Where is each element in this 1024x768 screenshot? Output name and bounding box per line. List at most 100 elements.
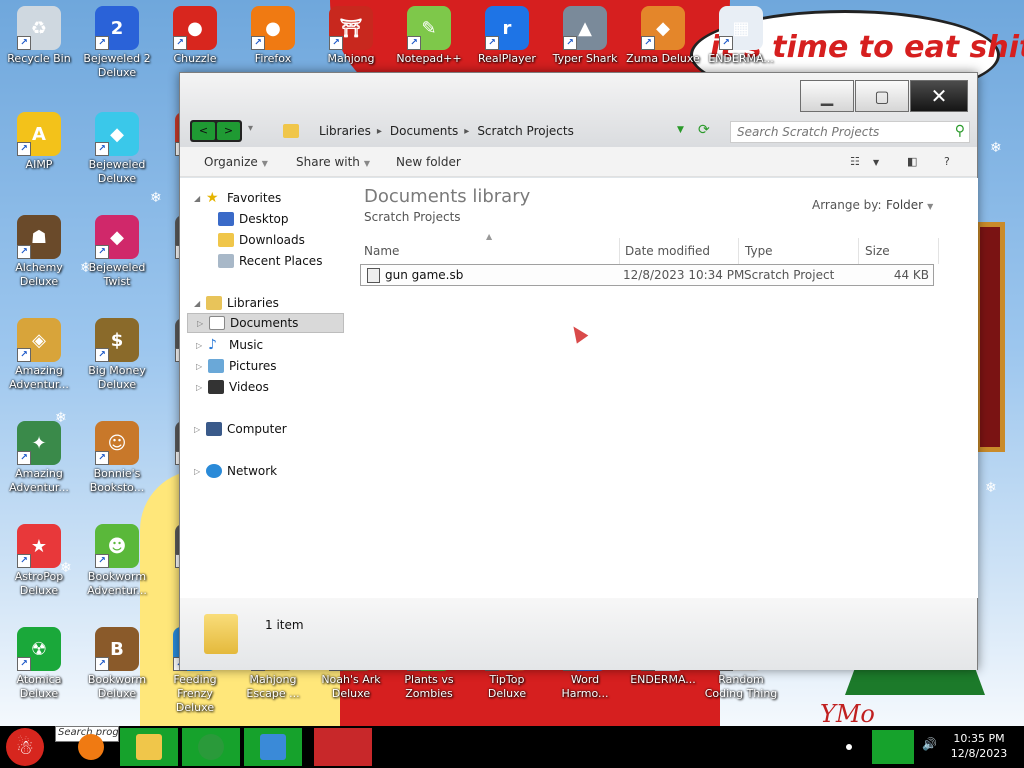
nav-favorites[interactable]: ◢ ★ Favorites (194, 188, 281, 208)
breadcrumb-scratch-projects[interactable]: Scratch Projects (477, 124, 574, 138)
arrange-by-dropdown[interactable]: Folder ▼ (886, 198, 933, 212)
chevron-right-icon[interactable]: ▸ (377, 126, 382, 137)
nav-recent-places[interactable]: Recent Places (206, 251, 322, 271)
desktop-shortcut[interactable]: $ ↗ Big Money Deluxe (80, 318, 154, 392)
clock[interactable]: 10:35 PM 12/8/2023 (944, 731, 1014, 761)
search-icon[interactable]: ⚲ (955, 123, 965, 139)
organize-button[interactable]: Organize ▼ (204, 155, 268, 169)
chevron-right-icon[interactable]: ▸ (464, 126, 469, 137)
desktop-shortcut[interactable]: ★ ↗ AstroPop Deluxe (2, 524, 76, 598)
view-dropdown-icon[interactable]: ▼ (873, 158, 879, 167)
column-header-type[interactable]: Type (739, 238, 859, 264)
breadcrumb-libraries[interactable]: Libraries (319, 124, 371, 138)
view-options-icon[interactable]: ☷ (850, 155, 860, 168)
desktop-shortcut-label: Amazing Adventur... (9, 364, 69, 391)
nav-downloads[interactable]: Downloads (206, 230, 305, 250)
tray-notification-area[interactable] (872, 730, 914, 764)
desktop-shortcut[interactable]: ◆ ↗ Bejeweled Twist (80, 215, 154, 289)
taskbar-firefox[interactable] (62, 728, 120, 766)
taskbar-chrome[interactable] (182, 728, 240, 766)
desktop-shortcut-label: Bookworm Adventur... (87, 570, 147, 597)
preview-pane-icon[interactable]: ◧ (907, 155, 917, 168)
shortcut-arrow-icon: ↗ (95, 36, 109, 50)
breadcrumb-documents[interactable]: Documents (390, 124, 458, 138)
search-input[interactable] (731, 122, 936, 142)
shortcut-arrow-icon: ↗ (251, 36, 265, 50)
snowflake-icon: ❄ (985, 480, 997, 496)
nav-music[interactable]: ▷ ♪ Music (196, 335, 263, 355)
nav-libraries[interactable]: ◢ Libraries (194, 293, 279, 313)
wallpaper-picture-frame (975, 222, 1005, 452)
start-button[interactable]: ☃ (6, 728, 44, 766)
desktop-shortcut[interactable]: ⛩ ↗ Mahjong (314, 6, 388, 66)
desktop-shortcut[interactable]: ● ↗ Chuzzle (158, 6, 232, 66)
desktop-shortcut[interactable]: ✎ ↗ Notepad++ (392, 6, 466, 66)
file-row[interactable]: gun game.sb 12/8/2023 10:34 PM Scratch P… (360, 264, 934, 286)
notification-dot-icon[interactable] (846, 744, 852, 750)
column-header-name[interactable]: Name (358, 238, 620, 264)
desktop-shortcut[interactable]: ☺ ↗ Bonnie's Booksto... (80, 421, 154, 495)
shortcut-arrow-icon: ↗ (17, 657, 31, 671)
collapse-icon[interactable]: ◢ (194, 299, 206, 308)
address-bar[interactable]: Libraries ▸ Documents ▸ Scratch Projects (283, 119, 721, 143)
expand-icon[interactable]: ▷ (196, 362, 208, 371)
minimize-icon: ▁ (820, 86, 834, 106)
expand-icon[interactable]: ▷ (194, 467, 206, 476)
file-list-pane: Documents library Scratch Projects Arran… (348, 178, 978, 598)
desktop-shortcut-label: ENDERMA... (708, 52, 774, 65)
desktop-shortcut[interactable]: ☢ ↗ Atomica Deluxe (2, 627, 76, 701)
desktop-shortcut[interactable]: ◈ ↗ Amazing Adventur... (2, 318, 76, 392)
volume-icon[interactable]: 🔊 (922, 737, 937, 751)
desktop-shortcut[interactable]: ▲ ↗ Typer Shark (548, 6, 622, 66)
desktop-shortcut[interactable]: ▦↗ ENDERMA... (704, 6, 778, 66)
help-button[interactable]: ? (944, 155, 950, 168)
new-folder-button[interactable]: New folder (396, 155, 461, 169)
expand-icon[interactable]: ▷ (197, 319, 209, 328)
desktop-shortcut[interactable]: ● ↗ Firefox (236, 6, 310, 66)
desktop-shortcut[interactable]: ◆ ↗ Bejeweled Deluxe (80, 112, 154, 186)
taskbar-computer[interactable] (244, 728, 302, 766)
address-dropdown-icon[interactable]: ▼ (677, 125, 684, 135)
shortcut-arrow-icon: ↗ (95, 657, 109, 671)
libraries-icon (206, 296, 222, 310)
nav-pictures[interactable]: ▷ Pictures (196, 356, 277, 376)
nav-network[interactable]: ▷ Network (194, 461, 277, 481)
desktop-shortcut[interactable]: B ↗ Bookworm Deluxe (80, 627, 154, 701)
desktop-shortcut[interactable]: ◆ ↗ Zuma Deluxe (626, 6, 700, 66)
refresh-icon[interactable]: ⟳ (698, 122, 710, 138)
expand-icon[interactable]: ▷ (194, 425, 206, 434)
nav-buttons: < > (190, 120, 242, 142)
folder-icon (136, 734, 162, 760)
recent-pages-dropdown-icon[interactable]: ▾ (248, 123, 253, 134)
bejeweled-icon: ◆ ↗ (95, 112, 139, 156)
column-header-size[interactable]: Size (859, 238, 939, 264)
taskbar-explorer[interactable] (120, 728, 178, 766)
back-button[interactable]: < (192, 122, 215, 140)
taskbar-red-app[interactable] (314, 728, 372, 766)
maximize-button[interactable]: ▢ (855, 80, 909, 112)
forward-button[interactable]: > (217, 122, 240, 140)
nav-computer[interactable]: ▷ Computer (194, 419, 287, 439)
shortcut-arrow-icon: ↗ (17, 36, 31, 50)
search-box[interactable]: ⚲ (730, 121, 970, 143)
share-with-button[interactable]: Share with ▼ (296, 155, 370, 169)
snowflake-icon: ❄ (150, 190, 162, 206)
desktop-shortcut[interactable]: ☗ ↗ Alchemy Deluxe (2, 215, 76, 289)
nav-videos[interactable]: ▷ Videos (196, 377, 269, 397)
nav-desktop[interactable]: Desktop (206, 209, 289, 229)
firefox-icon: ● ↗ (251, 6, 295, 50)
expand-icon[interactable]: ▷ (196, 341, 208, 350)
column-header-date[interactable]: Date modified (619, 238, 739, 264)
desktop-shortcut[interactable]: 2 ↗ Bejeweled 2 Deluxe (80, 6, 154, 80)
desktop-shortcut[interactable]: ☻ ↗ Bookworm Adventur... (80, 524, 154, 598)
desktop-shortcut[interactable]: r ↗ RealPlayer (470, 6, 544, 66)
expand-icon[interactable]: ▷ (196, 383, 208, 392)
close-button[interactable]: ✕ (910, 80, 968, 112)
desktop-shortcut[interactable]: ✦ ↗ Amazing Adventur... (2, 421, 76, 495)
desktop-shortcut[interactable]: ♻ ↗ Recycle Bin (2, 6, 76, 66)
nav-documents[interactable]: ▷ Documents (187, 313, 344, 333)
desktop-shortcut[interactable]: A ↗ AIMP (2, 112, 76, 172)
collapse-icon[interactable]: ◢ (194, 194, 206, 203)
minimize-button[interactable]: ▁ (800, 80, 854, 112)
desktop-shortcut-label: Amazing Adventur... (9, 467, 69, 494)
